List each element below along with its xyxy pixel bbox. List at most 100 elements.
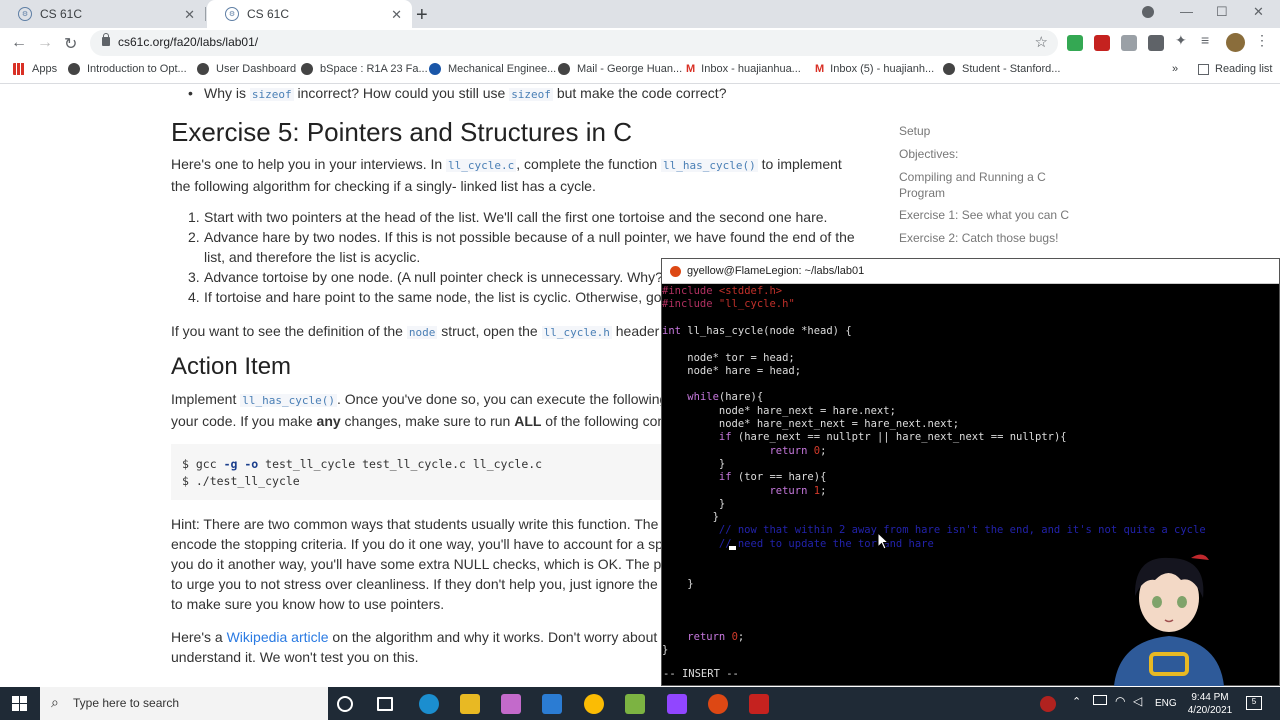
- code-line: int ll_has_cycle(node *head) {: [662, 324, 852, 337]
- toc-link-objectives[interactable]: Objectives:: [899, 146, 958, 162]
- terminal-window[interactable]: gyellow@FlameLegion: ~/labs/lab01 -- INS…: [661, 258, 1280, 686]
- extension-icon[interactable]: [1121, 35, 1137, 51]
- vtuber-avatar-icon: [1114, 554, 1224, 686]
- ubuntu-icon[interactable]: [708, 694, 728, 714]
- notification-center-icon[interactable]: 5: [1246, 696, 1262, 710]
- cs61c-favicon-icon: ⚙: [18, 7, 32, 21]
- back-icon[interactable]: ←: [11, 34, 27, 52]
- bookmark-item[interactable]: Introduction to Opt...: [68, 63, 187, 75]
- terminal-titlebar[interactable]: gyellow@FlameLegion: ~/labs/lab01: [662, 259, 1279, 284]
- code-line: }: [662, 457, 726, 470]
- tab-search-icon[interactable]: [1142, 6, 1154, 18]
- action-item-heading: Action Item: [171, 353, 292, 380]
- puzzle-icon[interactable]: ✦: [1175, 32, 1191, 48]
- code-line: #include "ll_cycle.h": [662, 298, 795, 311]
- code-line: return 0;: [687, 630, 745, 643]
- tab-divider: [205, 7, 206, 21]
- search-placeholder: Type here to search: [73, 696, 180, 710]
- code-line: }: [662, 511, 719, 524]
- maximize-icon[interactable]: ☐: [1216, 4, 1228, 20]
- bookmark-item[interactable]: User Dashboard: [197, 63, 296, 75]
- address-bar[interactable]: cs61c.org/fa20/labs/lab01/ ☆: [90, 30, 1058, 56]
- globe-icon: [558, 63, 570, 75]
- battery-icon[interactable]: [1093, 695, 1107, 705]
- lock-icon: [102, 33, 110, 46]
- edge-icon[interactable]: [419, 694, 439, 714]
- bookmark-item[interactable]: M Inbox - huajianhua...: [686, 63, 801, 75]
- code-line: node* hare = head;: [662, 364, 802, 377]
- tab-strip: ⚙ CS 61C ✕ ⚙ CS 61C ✕ + — ☐ ✕: [0, 0, 1280, 28]
- prev-bullet: • Why is sizeof incorrect? How could you …: [188, 85, 727, 101]
- tray-chevron-icon[interactable]: ⌃: [1072, 696, 1081, 709]
- bookmark-item[interactable]: bSpace : R1A 23 Fa...: [301, 63, 428, 75]
- profile-avatar[interactable]: [1226, 33, 1245, 52]
- vim-mode-indicator: -- INSERT --: [663, 668, 739, 680]
- c-logo-icon: [429, 63, 441, 75]
- extension-icon[interactable]: [1148, 35, 1164, 51]
- reading-list-button[interactable]: Reading list: [1198, 63, 1272, 75]
- tab-cs61c-1[interactable]: ⚙ CS 61C ✕: [0, 0, 205, 28]
- more-bookmarks-button[interactable]: »: [1172, 63, 1178, 75]
- playlist-icon[interactable]: ≡: [1201, 32, 1217, 48]
- mail-icon[interactable]: [542, 694, 562, 714]
- intro-paragraph: Here's one to help you in your interview…: [171, 156, 842, 194]
- close-tab-icon[interactable]: ✕: [391, 7, 402, 23]
- app-icon[interactable]: [625, 694, 645, 714]
- toc-link-exercise-1[interactable]: Exercise 1: See what you can C: [899, 207, 1069, 223]
- bookmark-apps[interactable]: Apps: [13, 63, 57, 75]
- recording-icon[interactable]: [1040, 696, 1056, 712]
- ubuntu-icon: [670, 265, 681, 277]
- new-tab-icon[interactable]: +: [416, 4, 428, 27]
- code-line: while(hare){: [687, 391, 764, 404]
- forward-icon[interactable]: →: [37, 34, 53, 52]
- acrobat-icon[interactable]: [749, 694, 769, 714]
- windows-taskbar: ⌕ Type here to search ⌃ ◠ ◁ ENG 9:44 PM …: [0, 687, 1280, 720]
- bookmark-item[interactable]: M Inbox (5) - huajianh...: [815, 63, 934, 75]
- globe-icon: [68, 63, 80, 75]
- language-indicator[interactable]: ENG: [1155, 697, 1177, 710]
- reload-icon[interactable]: ↻: [64, 34, 77, 54]
- extension-icon[interactable]: [1067, 35, 1083, 51]
- code-line: #include <stddef.h>: [662, 285, 783, 297]
- close-tab-icon[interactable]: ✕: [184, 7, 195, 23]
- toc-link-compiling[interactable]: Program: [899, 185, 945, 201]
- mouse-pointer-icon: [877, 532, 889, 550]
- twitch-icon[interactable]: [667, 694, 687, 714]
- minimize-icon[interactable]: —: [1180, 4, 1193, 19]
- toc-link-compiling[interactable]: Compiling and Running a C: [899, 169, 1046, 185]
- code-line: // need to update the tor and hare: [662, 537, 934, 550]
- apps-icon: [13, 63, 25, 75]
- menu-icon[interactable]: ⋮: [1255, 32, 1271, 48]
- windows-start-icon[interactable]: [12, 696, 28, 712]
- pdf-extension-icon[interactable]: [1094, 35, 1110, 51]
- tab-title: CS 61C: [40, 7, 83, 21]
- cortana-icon[interactable]: [337, 696, 353, 712]
- bookmark-item[interactable]: Mechanical Enginee...: [429, 63, 556, 75]
- bookmark-star-icon[interactable]: ☆: [1035, 33, 1048, 51]
- wifi-icon[interactable]: ◠: [1115, 695, 1125, 708]
- globe-icon: [301, 63, 313, 75]
- code-line: if (tor == hare){: [718, 471, 827, 484]
- toc-link-setup[interactable]: Setup: [899, 123, 930, 139]
- terminal-title: gyellow@FlameLegion: ~/labs/lab01: [687, 265, 865, 277]
- tab-cs61c-2[interactable]: ⚙ CS 61C ✕: [207, 0, 412, 28]
- vim-editor[interactable]: -- INSERT -- #include <stddef.h> #include…: [662, 284, 1279, 686]
- volume-icon[interactable]: ◁: [1133, 695, 1142, 708]
- list-item: 1. Start with two pointers at the head of…: [188, 209, 828, 225]
- taskbar-search[interactable]: ⌕ Type here to search: [40, 687, 328, 720]
- code-line: node* hare_next = hare.next;: [662, 404, 896, 417]
- bookmark-item[interactable]: Student - Stanford...: [943, 63, 1060, 75]
- task-view-icon[interactable]: [377, 697, 393, 711]
- bookmarks-bar: Apps Introduction to Opt... User Dashboa…: [0, 58, 1280, 84]
- code-line: node* tor = head;: [662, 351, 795, 364]
- toc-link-exercise-2[interactable]: Exercise 2: Catch those bugs!: [899, 230, 1058, 246]
- file-explorer-icon[interactable]: [460, 694, 480, 714]
- chrome-icon[interactable]: [584, 694, 604, 714]
- clock[interactable]: 9:44 PM 4/20/2021: [1182, 691, 1238, 717]
- bookmark-item[interactable]: Mail - George Huan...: [558, 63, 682, 75]
- code-line: return 0;: [769, 444, 827, 457]
- search-icon: ⌕: [51, 694, 59, 710]
- close-window-icon[interactable]: ✕: [1253, 4, 1264, 20]
- app-icon[interactable]: [501, 694, 521, 714]
- wikipedia-link[interactable]: Wikipedia article: [227, 629, 329, 645]
